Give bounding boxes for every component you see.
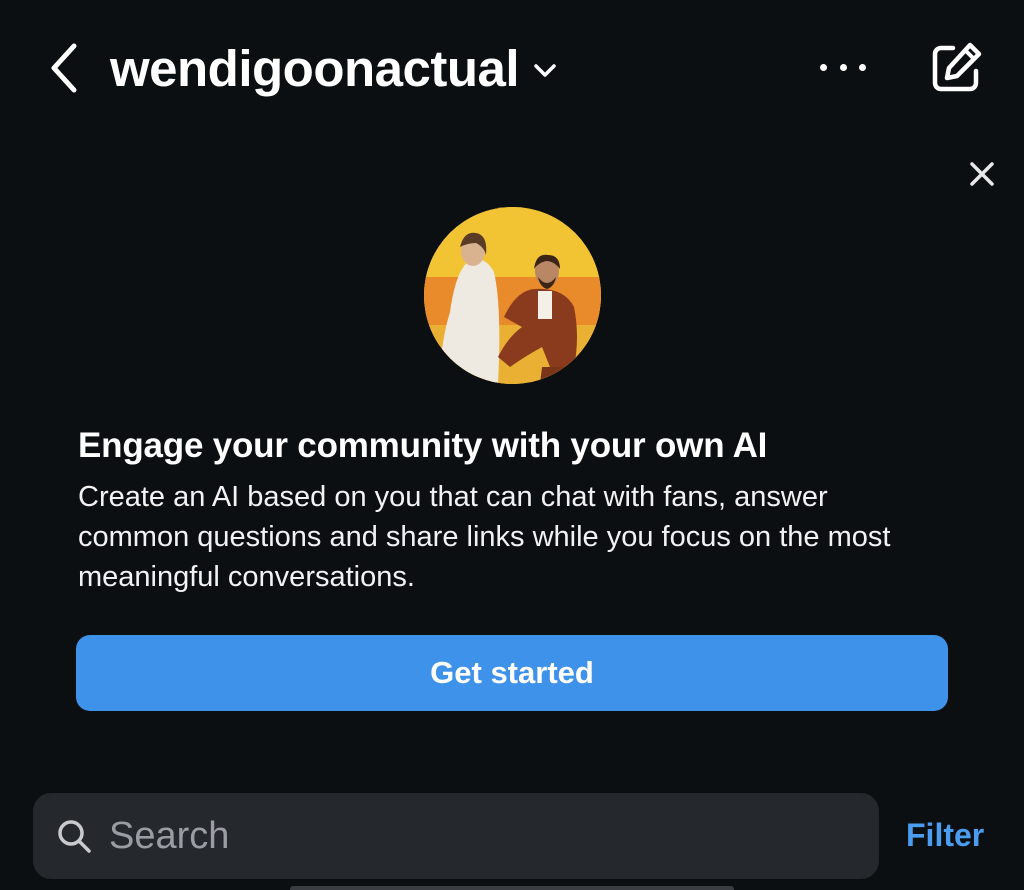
- get-started-button[interactable]: Get started: [76, 635, 948, 711]
- compose-button[interactable]: [928, 40, 984, 96]
- chevron-left-icon: [51, 43, 77, 93]
- direct-messages-screen: wendigoonactual Engage your community wi…: [0, 0, 1024, 890]
- profile-avatar: [424, 207, 601, 384]
- back-button[interactable]: [42, 40, 86, 96]
- account-name: wendigoonactual: [110, 39, 520, 97]
- close-icon: [970, 162, 994, 186]
- search-bar[interactable]: [33, 793, 879, 879]
- compose-icon: [932, 42, 982, 92]
- search-input[interactable]: [109, 806, 879, 866]
- avatar-photo: [424, 207, 601, 384]
- chevron-down-icon: [534, 64, 556, 77]
- dismiss-promo-button[interactable]: [966, 158, 998, 190]
- more-options-button[interactable]: [820, 56, 866, 78]
- home-indicator: [290, 886, 734, 890]
- search-icon: [58, 820, 91, 853]
- more-horizontal-icon: [820, 63, 827, 71]
- account-switcher[interactable]: wendigoonactual: [110, 38, 557, 98]
- promo-description: Create an AI based on you that can chat …: [78, 481, 891, 593]
- filter-button[interactable]: Filter: [906, 812, 984, 858]
- promo-title: Engage your community with your own AI: [78, 426, 768, 465]
